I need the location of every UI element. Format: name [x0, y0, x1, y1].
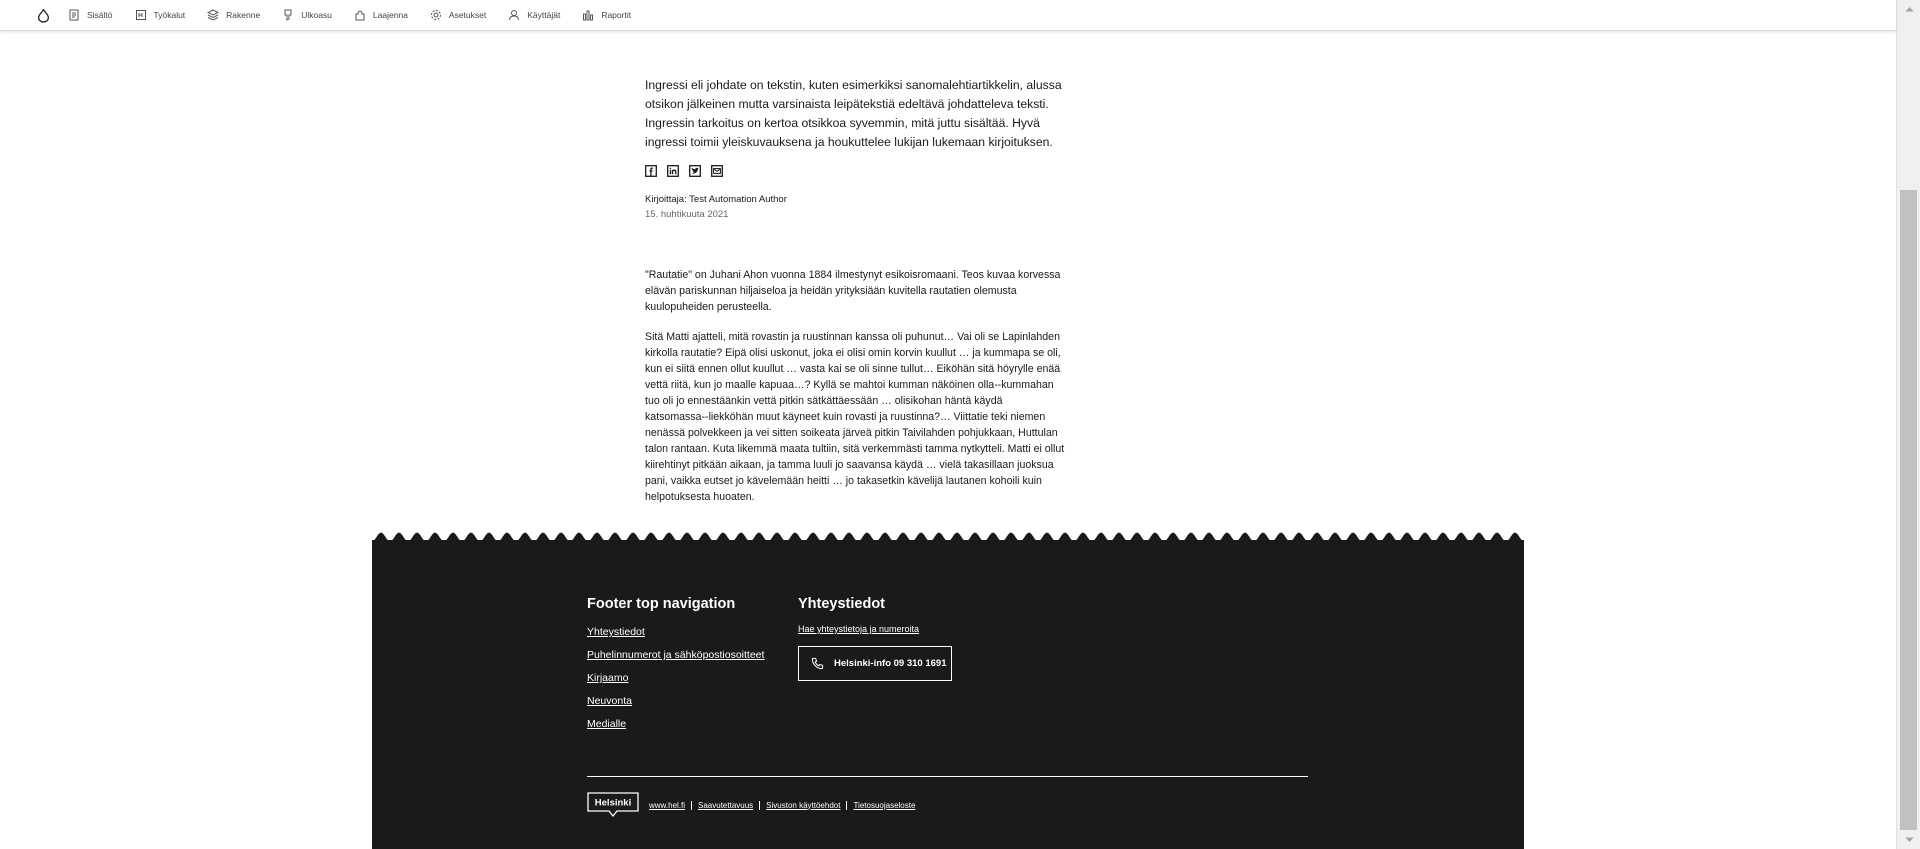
toolbar-item-label: Rakenne: [226, 10, 261, 20]
footer-link-helfi[interactable]: www.hel.fi: [649, 801, 685, 810]
toolbar-item-rakenne[interactable]: Rakenne: [207, 9, 260, 21]
footer-wave-decoration: [372, 532, 1524, 544]
footer-nav-heading: Footer top navigation: [587, 596, 736, 612]
footer-link-puhelinnumerot[interactable]: Puhelinnumerot ja sähköpostiosoitteet: [587, 649, 764, 661]
toolbar-item-label: Laajenna: [372, 10, 408, 20]
linkedin-icon[interactable]: [667, 165, 679, 177]
toolbar-item-ulkoasu[interactable]: Ulkoasu: [282, 9, 332, 21]
footer-link-kayttoehdot[interactable]: Sivuston käyttöehdot: [766, 801, 840, 810]
drupal-logo-icon[interactable]: [34, 6, 52, 24]
email-icon[interactable]: [711, 165, 723, 177]
footer-bottom: Helsinki www.hel.fi Saavutettavuus Sivus…: [587, 792, 915, 818]
footer-contact: Yhteystiedot Hae yhteystietoja ja numero…: [798, 596, 952, 681]
article-paragraph: "Rautatie" on Juhani Ahon vuonna 1884 il…: [645, 269, 1061, 313]
site-footer: Footer top navigation Yhteystiedot Puhel…: [372, 532, 1524, 849]
twitter-icon[interactable]: [689, 165, 701, 177]
footer-top-navigation: Footer top navigation Yhteystiedot Puhel…: [587, 596, 764, 741]
share-buttons: [645, 165, 723, 177]
article-lead: Ingressi eli johdate on tekstin, kuten e…: [645, 78, 1062, 149]
page-scrollbar[interactable]: [1896, 0, 1920, 849]
facebook-icon[interactable]: [645, 165, 657, 177]
gear-icon: [430, 10, 441, 20]
contact-search-link[interactable]: Hae yhteystietoja ja numeroita: [798, 624, 952, 634]
toolbar-item-label: Käyttäjät: [527, 10, 561, 20]
toolbar-item-asetukset[interactable]: Asetukset: [430, 9, 486, 21]
article-date: 15. huhtikuuta 2021: [645, 209, 729, 220]
toolbar-item-tyokalut[interactable]: Työkalut: [135, 9, 186, 21]
layers-icon: [207, 9, 220, 21]
toolbar-item-label: Asetukset: [448, 10, 487, 20]
tools-icon: [135, 10, 146, 20]
article-paragraph: Sitä Matti ajatteli, mitä rovastin ja ru…: [645, 331, 1065, 503]
toolbar-item-label: Sisältö: [87, 10, 113, 20]
footer-link-kirjaamo[interactable]: Kirjaamo: [587, 672, 764, 684]
scrollbar-thumb[interactable]: [1900, 190, 1917, 830]
footer-legal-links: www.hel.fi Saavutettavuus Sivuston käytt…: [649, 800, 915, 810]
bar-chart-icon: [583, 10, 594, 21]
footer-link-saavutettavuus[interactable]: Saavutettavuus: [698, 801, 753, 810]
admin-toolbar: Sisältö Työkalut Rakenne Ulkoasu Laajenn…: [0, 0, 1896, 31]
footer-divider: [587, 776, 1308, 777]
article-author: Kirjoittaja: Test Automation Author: [645, 194, 787, 205]
footer-link-yhteystiedot[interactable]: Yhteystiedot: [587, 626, 764, 638]
article-body: "Rautatie" on Juhani Ahon vuonna 1884 il…: [645, 267, 1065, 519]
paintbrush-icon: [284, 9, 292, 21]
helsinki-logo-text: Helsinki: [595, 798, 631, 809]
helsinki-logo[interactable]: Helsinki: [587, 792, 639, 818]
footer-link-tietosuoja[interactable]: Tietosuojaseloste: [853, 801, 915, 810]
toolbar-item-raportit[interactable]: Raportit: [582, 9, 631, 21]
link-separator: [691, 800, 693, 810]
scroll-up-arrow-icon[interactable]: [1897, 2, 1920, 16]
link-separator: [759, 800, 761, 810]
footer-link-neuvonta[interactable]: Neuvonta: [587, 695, 764, 707]
link-separator: [846, 800, 848, 810]
document-icon: [69, 9, 79, 21]
footer-contact-heading: Yhteystiedot: [798, 596, 886, 612]
footer-link-medialle[interactable]: Medialle: [587, 718, 764, 730]
scroll-down-arrow-icon[interactable]: [1897, 833, 1920, 847]
toolbar-item-kayttajat[interactable]: Käyttäjät: [508, 9, 560, 21]
phone-button-label: Helsinki-info 09 310 1691: [834, 658, 947, 669]
toolbar-item-label: Työkalut: [153, 10, 186, 20]
toolbar-item-laajenna[interactable]: Laajenna: [354, 9, 408, 21]
toolbar-item-sisalto[interactable]: Sisältö: [68, 9, 113, 21]
toolbar-item-label: Ulkoasu: [301, 10, 332, 20]
user-icon: [509, 10, 520, 21]
puzzle-icon: [355, 10, 365, 21]
phone-button[interactable]: Helsinki-info 09 310 1691: [798, 646, 952, 681]
toolbar-item-label: Raportit: [601, 10, 632, 20]
phone-icon: [811, 657, 824, 670]
